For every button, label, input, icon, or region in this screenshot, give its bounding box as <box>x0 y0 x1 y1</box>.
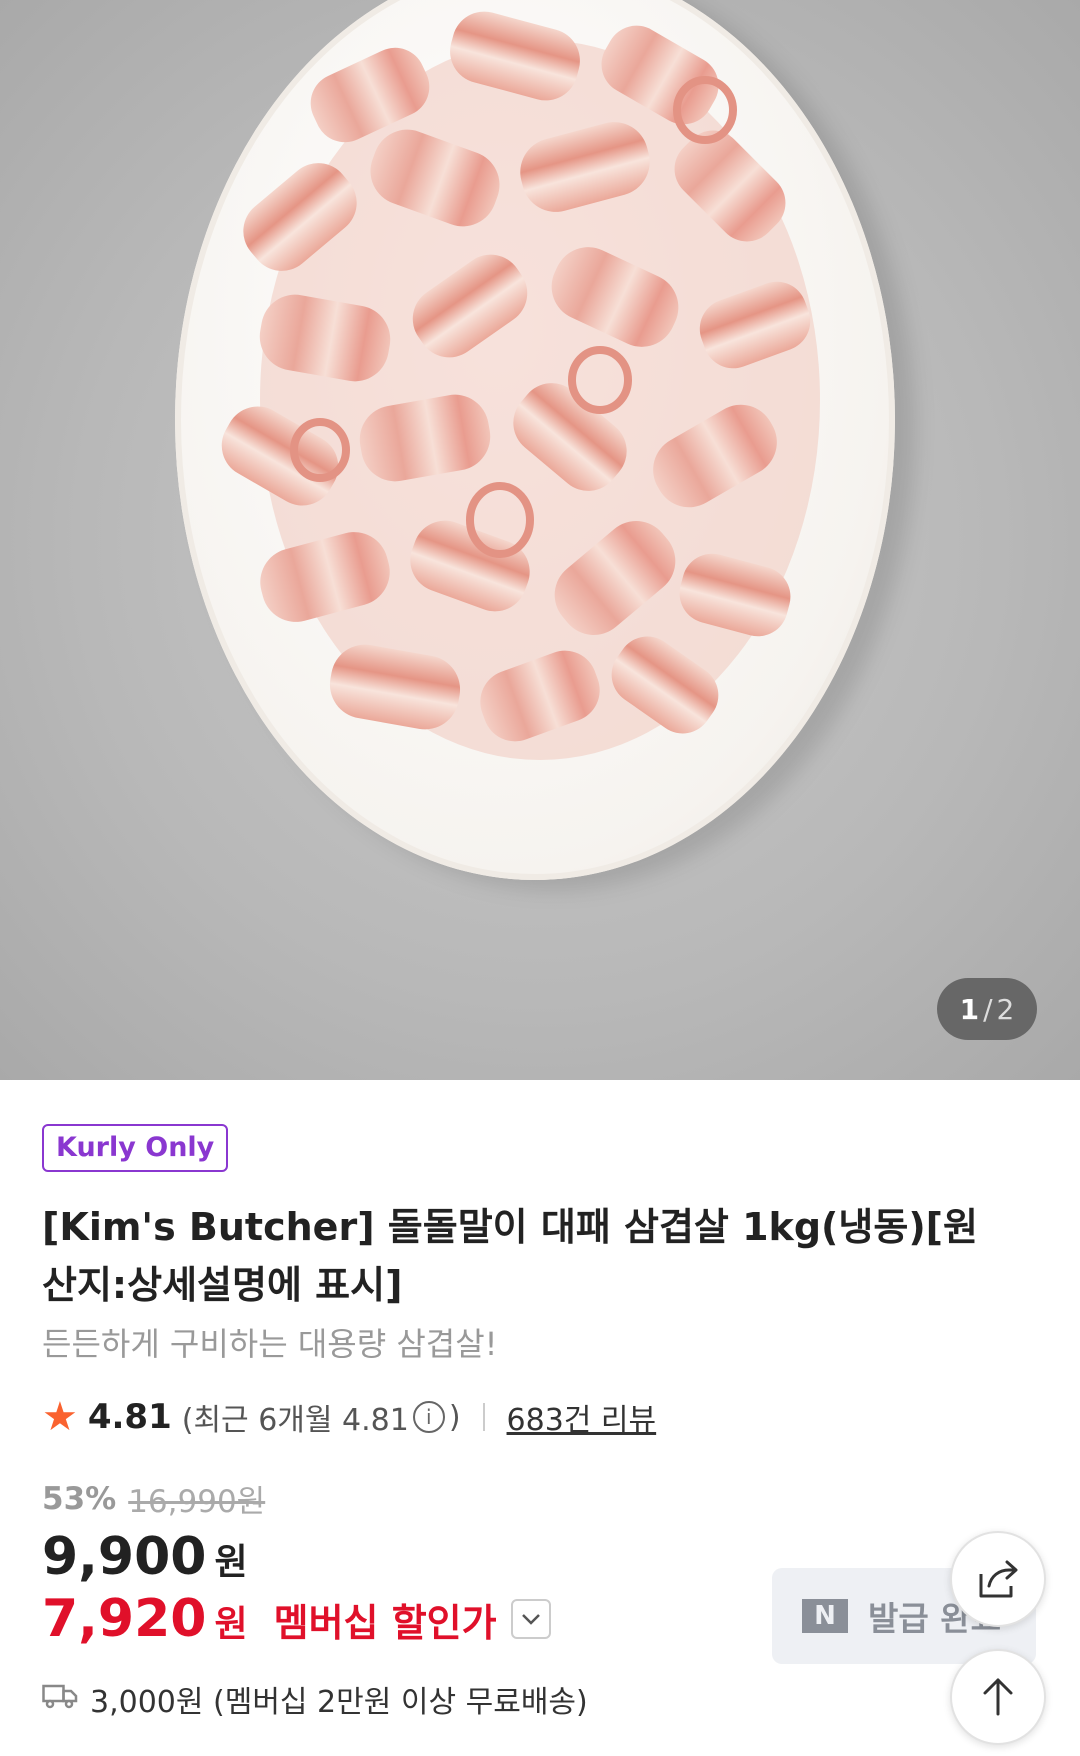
shipping-row: 3,000원 (멤버십 2만원 이상 무료배송) <box>42 1677 1042 1721</box>
product-title: [Kim's Butcher] 돌돌말이 대패 삼겹살 1kg(냉동)[원산지:… <box>42 1205 979 1307</box>
divider <box>482 1403 485 1431</box>
naver-n-icon: N <box>802 1599 848 1633</box>
review-count-link[interactable]: 683건 리뷰 <box>507 1395 657 1439</box>
original-price: 16,990원 <box>128 1484 266 1520</box>
product-image[interactable]: 1 / 2 <box>0 0 1080 1080</box>
kurly-only-badge: Kurly Only <box>42 1124 229 1172</box>
rating-recent-close: ) <box>448 1399 461 1435</box>
member-price-label: 멤버십 할인가 <box>273 1601 497 1645</box>
member-price-unit: 원 <box>214 1604 248 1645</box>
product-subtitle: 든든하게 구비하는 대용량 삼겹살! <box>42 1325 498 1363</box>
rating-row: ★ 4.81 (최근 6개월 4.81 i ) 683건 리뷰 <box>42 1392 1042 1442</box>
image-counter-separator: / <box>983 992 993 1026</box>
arrow-up-icon <box>983 1678 1013 1716</box>
rating-recent: (최근 6개월 4.81 <box>181 1403 409 1438</box>
info-icon[interactable]: i <box>412 1401 445 1433</box>
scroll-top-button[interactable] <box>950 1649 1046 1745</box>
discount-row: 53% 16,990원 <box>42 1476 1042 1521</box>
shipping-text: 3,000원 (멤버십 2만원 이상 무료배송) <box>90 1685 588 1720</box>
image-counter-current: 1 <box>959 992 980 1026</box>
sale-price: 9,900 <box>42 1527 207 1587</box>
image-counter-total: 2 <box>996 992 1015 1026</box>
share-icon <box>979 1560 1018 1598</box>
discount-rate: 53% <box>42 1480 117 1517</box>
share-button[interactable] <box>950 1531 1046 1627</box>
chevron-down-icon[interactable] <box>510 1599 551 1639</box>
meat-pile-illustration <box>221 11 820 760</box>
rating-value: 4.81 <box>87 1397 172 1437</box>
truck-icon <box>42 1682 78 1717</box>
star-icon: ★ <box>42 1394 78 1440</box>
member-price: 7,920 <box>42 1589 207 1649</box>
sale-price-unit: 원 <box>214 1542 248 1583</box>
image-counter: 1 / 2 <box>937 978 1037 1040</box>
